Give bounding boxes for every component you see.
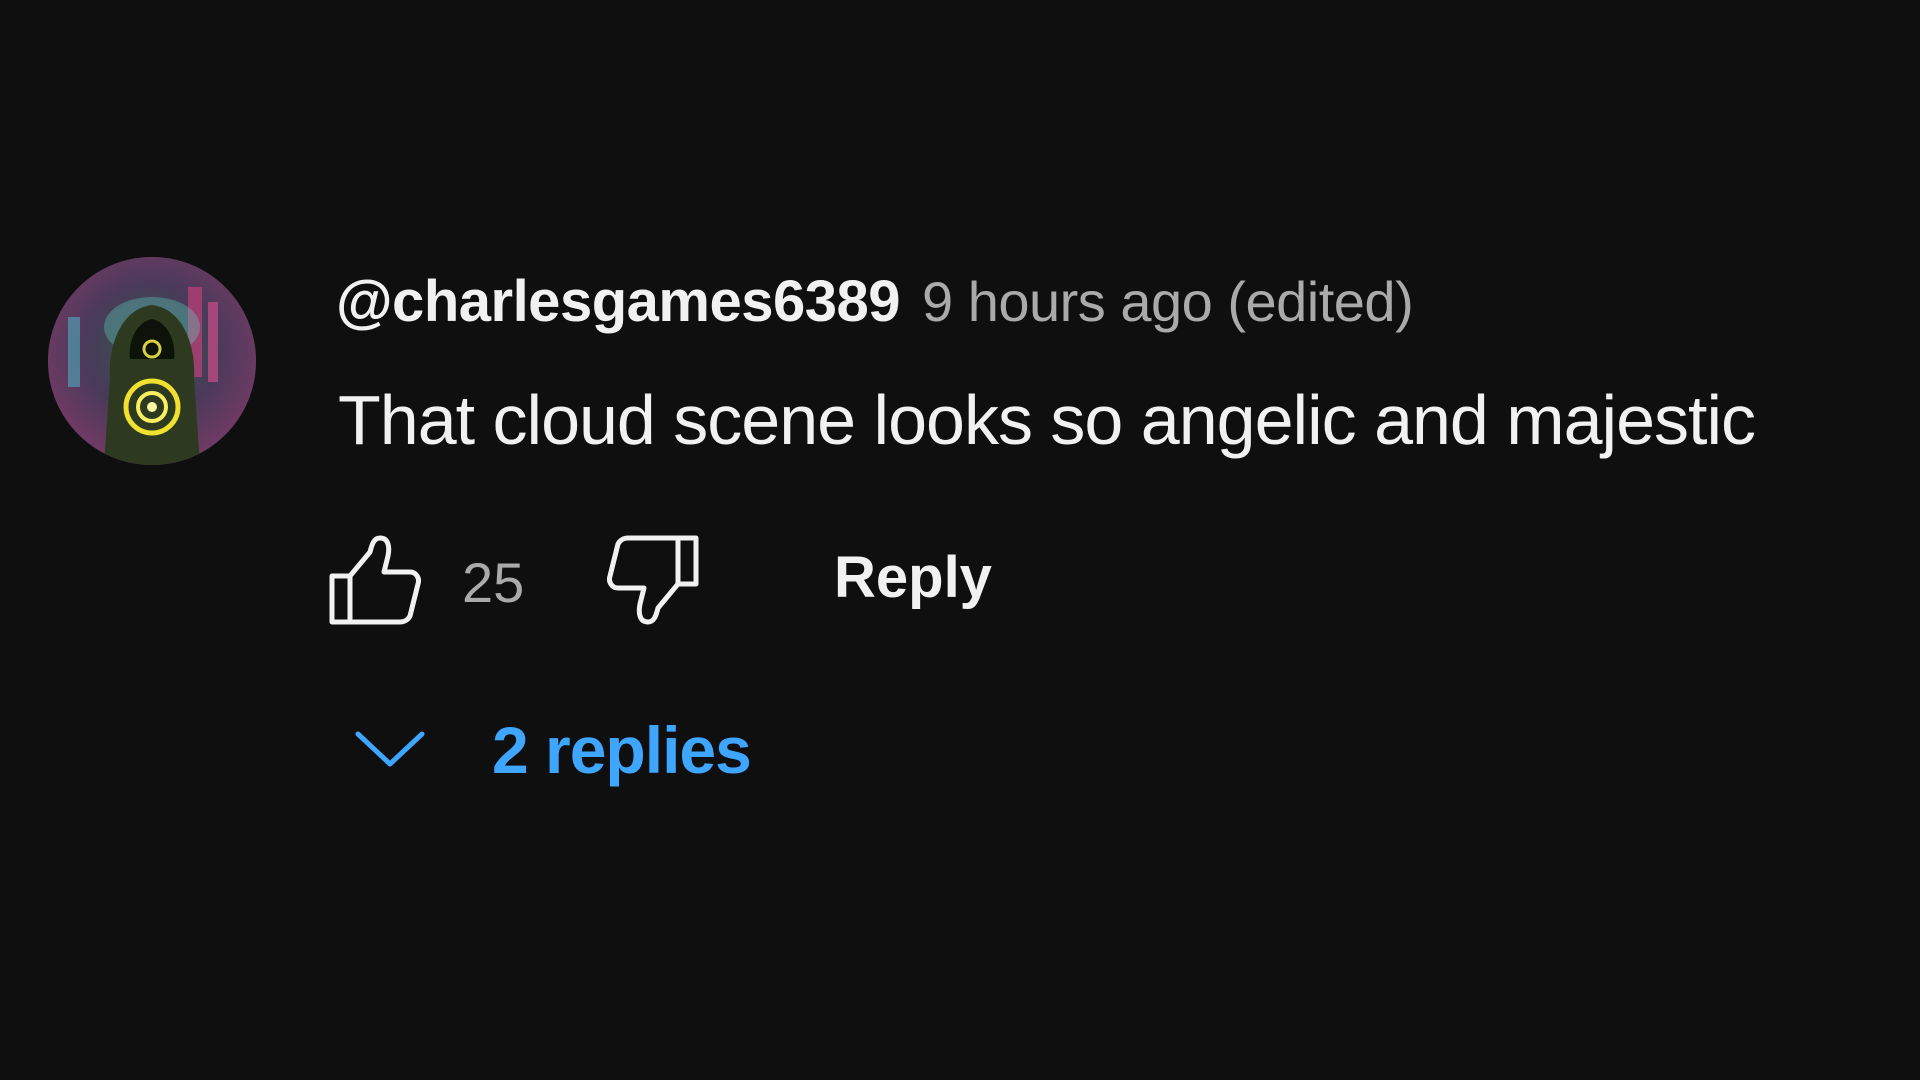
comment-header: @charlesgames6389 9 hours ago (edited)	[336, 268, 1414, 338]
hooded-figure-icon	[48, 257, 256, 465]
like-count: 25	[462, 551, 525, 614]
comment-text: That cloud scene looks so angelic and ma…	[338, 381, 1756, 459]
thumbs-up-icon	[329, 535, 421, 625]
chevron-down-icon	[355, 731, 425, 767]
like-button[interactable]	[326, 530, 426, 630]
view-replies-button[interactable]: 2 replies	[350, 705, 752, 795]
comment-timestamp[interactable]: 9 hours ago (edited)	[922, 269, 1414, 334]
username-link[interactable]: @charlesgames6389	[336, 268, 901, 335]
comment-thread: @charlesgames6389 9 hours ago (edited) T…	[0, 0, 1920, 1080]
thumbs-down-icon	[607, 535, 699, 625]
reply-button[interactable]: Reply	[834, 544, 992, 611]
replies-count-label: 2 replies	[492, 713, 752, 787]
comment-actions: 25 Reply	[326, 530, 1086, 630]
avatar[interactable]	[48, 257, 256, 465]
dislike-button[interactable]	[602, 530, 702, 630]
